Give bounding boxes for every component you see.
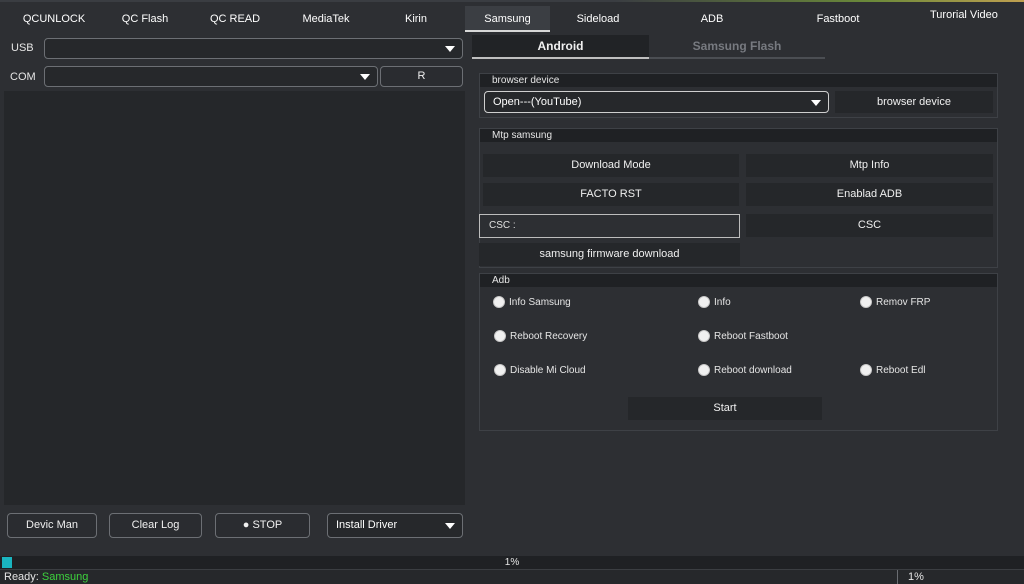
device-manager-button[interactable]: Devic Man bbox=[7, 513, 97, 538]
browser-device-button[interactable]: browser device bbox=[835, 91, 993, 113]
adb-group-title: Adb bbox=[480, 274, 997, 287]
radio-label: Info bbox=[714, 296, 731, 308]
radio-circle-icon bbox=[494, 330, 506, 342]
chevron-down-icon bbox=[445, 46, 455, 52]
tab-qc-flash[interactable]: QC Flash bbox=[110, 6, 180, 32]
radio-reboot-download[interactable]: Reboot download bbox=[698, 362, 792, 378]
radio-circle-icon bbox=[698, 296, 710, 308]
tab-mediatek[interactable]: MediaTek bbox=[290, 6, 362, 32]
enable-adb-button[interactable]: Enablad ADB bbox=[746, 183, 993, 206]
radio-circle-icon bbox=[698, 364, 710, 376]
subtab-android[interactable]: Android bbox=[472, 35, 649, 59]
radio-info-samsung[interactable]: Info Samsung bbox=[493, 294, 571, 310]
radio-reboot-recovery[interactable]: Reboot Recovery bbox=[494, 328, 587, 344]
start-button[interactable]: Start bbox=[628, 397, 822, 420]
csc-button[interactable]: CSC bbox=[746, 214, 993, 237]
install-driver-label: Install Driver bbox=[336, 519, 398, 531]
radio-label: Reboot Fastboot bbox=[714, 330, 788, 342]
refresh-com-button[interactable]: R bbox=[380, 66, 463, 87]
radio-label: Reboot download bbox=[714, 364, 792, 376]
chevron-down-icon bbox=[811, 100, 821, 106]
browser-device-select[interactable]: Open---(YouTube) bbox=[484, 91, 829, 113]
browser-device-select-value: Open---(YouTube) bbox=[493, 96, 582, 108]
radio-circle-icon bbox=[493, 296, 505, 308]
radio-circle-icon bbox=[494, 364, 506, 376]
status-percent: 1% bbox=[908, 571, 924, 583]
log-panel bbox=[4, 91, 465, 505]
stop-button[interactable]: ● STOP bbox=[215, 513, 310, 538]
browser-device-group-title: browser device bbox=[480, 74, 997, 87]
progress-percent: 1% bbox=[504, 557, 520, 568]
radio-label: Remov FRP bbox=[876, 296, 931, 308]
usb-select[interactable] bbox=[44, 38, 463, 59]
top-accent-line bbox=[0, 0, 1024, 2]
install-driver-select[interactable]: Install Driver bbox=[327, 513, 463, 538]
radio-label: Reboot Recovery bbox=[510, 330, 588, 342]
tab-qc-read[interactable]: QC READ bbox=[200, 6, 270, 32]
status-ready: Ready: Samsung bbox=[4, 571, 88, 583]
chevron-down-icon bbox=[445, 523, 455, 529]
factory-reset-button[interactable]: FACTO RST bbox=[483, 183, 739, 206]
radio-reboot-fastboot[interactable]: Reboot Fastboot bbox=[698, 328, 788, 344]
status-device: Samsung bbox=[41, 571, 89, 583]
csc-input-placeholder: CSC : bbox=[489, 220, 516, 231]
tab-adb[interactable]: ADB bbox=[690, 6, 734, 32]
samsung-firmware-download-button[interactable]: samsung firmware download bbox=[479, 243, 740, 266]
radio-circle-icon bbox=[698, 330, 710, 342]
csc-input[interactable]: CSC : bbox=[479, 214, 740, 238]
chevron-down-icon bbox=[360, 74, 370, 80]
radio-label: Info Samsung bbox=[509, 296, 571, 308]
status-ready-label: Ready: bbox=[4, 571, 39, 583]
tab-samsung[interactable]: Samsung bbox=[465, 6, 550, 32]
usb-label: USB bbox=[11, 42, 34, 54]
main-tab-bar: QCUNLOCK QC Flash QC READ MediaTek Kirin… bbox=[0, 6, 1024, 32]
com-select[interactable] bbox=[44, 66, 378, 87]
status-bar: Ready: Samsung 1% bbox=[0, 569, 1024, 584]
progress-bar: 1% bbox=[0, 556, 1024, 569]
mtp-samsung-group-title: Mtp samsung bbox=[480, 129, 997, 142]
tab-qcunlock[interactable]: QCUNLOCK bbox=[14, 6, 94, 32]
radio-label: Reboot Edl bbox=[876, 364, 926, 376]
radio-reboot-edl[interactable]: Reboot Edl bbox=[860, 362, 925, 378]
download-mode-button[interactable]: Download Mode bbox=[483, 154, 739, 177]
clear-log-button[interactable]: Clear Log bbox=[109, 513, 202, 538]
radio-info[interactable]: Info bbox=[698, 294, 731, 310]
tab-sideload[interactable]: Sideload bbox=[563, 6, 633, 32]
radio-disable-mi-cloud[interactable]: Disable Mi Cloud bbox=[494, 362, 586, 378]
radio-remove-frp[interactable]: Remov FRP bbox=[860, 294, 930, 310]
radio-circle-icon bbox=[860, 364, 872, 376]
radio-circle-icon bbox=[860, 296, 872, 308]
status-separator bbox=[897, 570, 898, 584]
tab-kirin[interactable]: Kirin bbox=[390, 6, 442, 32]
mtp-info-button[interactable]: Mtp Info bbox=[746, 154, 993, 177]
com-label: COM bbox=[10, 71, 36, 83]
tab-fastboot[interactable]: Fastboot bbox=[805, 6, 871, 32]
tutorial-video-link[interactable]: Turorial Video bbox=[930, 9, 998, 21]
radio-label: Disable Mi Cloud bbox=[510, 364, 586, 376]
subtab-samsung-flash[interactable]: Samsung Flash bbox=[649, 35, 825, 59]
